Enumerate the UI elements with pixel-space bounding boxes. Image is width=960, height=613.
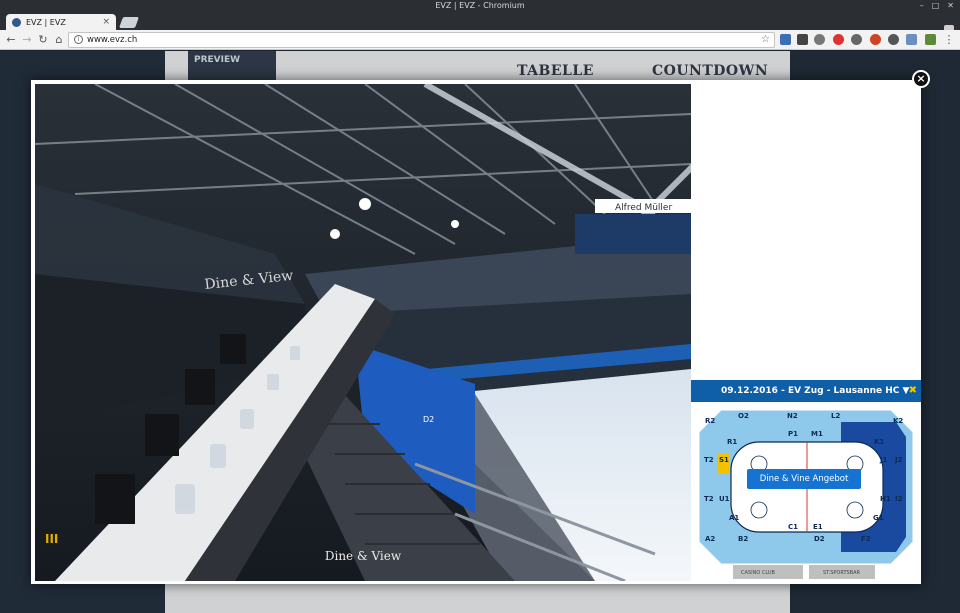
menu-bars-icon[interactable]: III: [45, 532, 58, 546]
section-n2[interactable]: N2: [787, 412, 798, 420]
section-k1[interactable]: K1: [874, 438, 884, 446]
reload-icon[interactable]: ↻: [36, 33, 50, 47]
extension-cloud-icon[interactable]: [814, 34, 825, 45]
section-a2[interactable]: A2: [705, 535, 715, 543]
close-window-icon[interactable]: ✕: [947, 0, 954, 12]
url-text: www.evz.ch: [87, 35, 138, 45]
section-l2[interactable]: L2: [831, 412, 840, 420]
alfred-mueller-ad: Alfred Müller: [615, 203, 672, 213]
section-j2[interactable]: J2: [895, 456, 902, 464]
section-t2-upper[interactable]: T2: [704, 456, 714, 464]
sportsbar-label: ST.SPORTSBAR: [823, 570, 861, 576]
section-a1[interactable]: A1: [729, 514, 739, 522]
window-controls: – □ ✕: [920, 0, 954, 12]
section-m1[interactable]: M1: [811, 430, 823, 438]
favicon-icon: [12, 17, 21, 27]
extension-ghostery-icon[interactable]: [797, 34, 808, 45]
seat-map-header[interactable]: 09.12.2016 - EV Zug - Lausanne HC ▼ ✖: [691, 380, 921, 402]
extension-eye-icon[interactable]: [888, 34, 899, 45]
browser-tab[interactable]: EVZ | EVZ ×: [6, 14, 116, 30]
tab-title: EVZ | EVZ: [26, 17, 66, 27]
section-p1[interactable]: P1: [788, 430, 798, 438]
section-h1[interactable]: H1: [880, 495, 891, 503]
section-k2[interactable]: K2: [893, 417, 903, 425]
tabelle-heading[interactable]: TABELLE: [517, 63, 594, 79]
event-title: 09.12.2016 - EV Zug - Lausanne HC ▼: [721, 386, 910, 396]
seat-map-panel: 09.12.2016 - EV Zug - Lausanne HC ▼ ✖ CA…: [691, 380, 921, 582]
home-icon[interactable]: ⌂: [52, 33, 66, 47]
address-bar[interactable]: i www.evz.ch ☆: [68, 32, 775, 48]
svg-text:D2: D2: [423, 415, 434, 424]
back-icon[interactable]: ←: [4, 33, 18, 47]
tab-close-icon[interactable]: ×: [102, 17, 110, 27]
section-s1[interactable]: S1: [719, 456, 729, 464]
section-e1[interactable]: E1: [813, 523, 823, 531]
section-u1[interactable]: U1: [719, 495, 730, 503]
extension-screen-icon[interactable]: [780, 34, 791, 45]
section-f2[interactable]: F2: [861, 535, 871, 543]
extension-abp-icon[interactable]: [870, 34, 881, 45]
minimize-icon[interactable]: –: [920, 0, 924, 12]
preview-tile[interactable]: PREVIEW: [188, 51, 276, 81]
lightbox-close-icon[interactable]: ×: [912, 70, 930, 88]
casino-club-label: CASINO CLUB: [741, 570, 776, 576]
section-c1[interactable]: C1: [788, 523, 798, 531]
extension-record-icon[interactable]: [833, 34, 844, 45]
seat-map-close-icon[interactable]: ✖: [909, 380, 917, 402]
section-g1[interactable]: G1: [873, 514, 884, 522]
lightbox-modal: Alfred Müller D2 Dine & View III Dine & …: [31, 80, 921, 584]
section-d2[interactable]: D2: [814, 535, 825, 543]
section-b2[interactable]: B2: [738, 535, 748, 543]
photo-caption: Dine & View: [324, 549, 402, 563]
arena-illustration: Alfred Müller D2 Dine & View: [35, 84, 691, 581]
section-r2[interactable]: R2: [705, 417, 715, 425]
seat-map-graphic[interactable]: CASINO CLUB ST.SPORTSBAR: [691, 402, 921, 582]
section-o2[interactable]: O2: [738, 412, 749, 420]
extension-puzzle-icon[interactable]: [925, 34, 936, 45]
tab-strip: EVZ | EVZ ×: [0, 12, 960, 35]
extension-translate-icon[interactable]: [906, 34, 917, 45]
extension-gear-icon[interactable]: [851, 34, 862, 45]
section-t2-lower[interactable]: T2: [704, 495, 714, 503]
section-i2[interactable]: I2: [895, 495, 902, 503]
window-title-bar: EVZ | EVZ - Chromium – □ ✕: [0, 0, 960, 12]
browser-toolbar: ← → ↻ ⌂ i www.evz.ch ☆ ⋮: [0, 30, 960, 50]
bookmark-star-icon[interactable]: ☆: [761, 33, 770, 47]
forward-icon[interactable]: →: [20, 33, 34, 47]
arena-photo[interactable]: Alfred Müller D2 Dine & View III Dine & …: [35, 84, 691, 581]
window-title: EVZ | EVZ - Chromium: [435, 1, 525, 10]
countdown-heading[interactable]: COUNTDOWN: [652, 63, 768, 79]
new-tab-button[interactable]: [118, 17, 140, 28]
site-info-icon[interactable]: i: [74, 35, 83, 44]
section-r1[interactable]: R1: [727, 438, 737, 446]
menu-kebab-icon[interactable]: ⋮: [942, 33, 956, 47]
maximize-icon[interactable]: □: [932, 0, 940, 12]
section-j1[interactable]: J1: [880, 456, 887, 464]
dine-vine-offer-button[interactable]: Dine & Vine Angebot: [747, 469, 861, 489]
